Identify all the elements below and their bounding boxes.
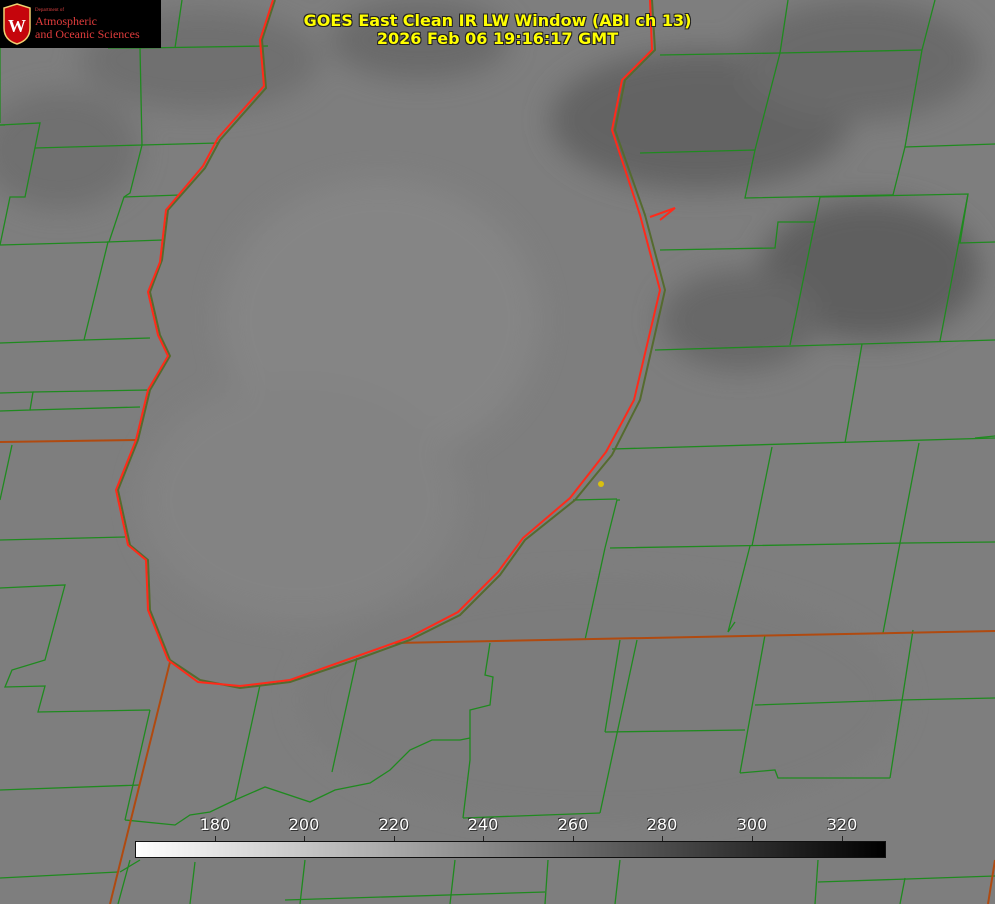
image-timestamp: 2026 Feb 06 19:16:17 GMT: [376, 29, 619, 48]
image-title: GOES East Clean IR LW Window (ABI ch 13): [303, 11, 692, 30]
satellite-map-view: W Department of Atmospheric and Oceanic …: [0, 0, 995, 904]
satellite-image: [0, 0, 995, 904]
location-marker-icon: [598, 481, 604, 487]
